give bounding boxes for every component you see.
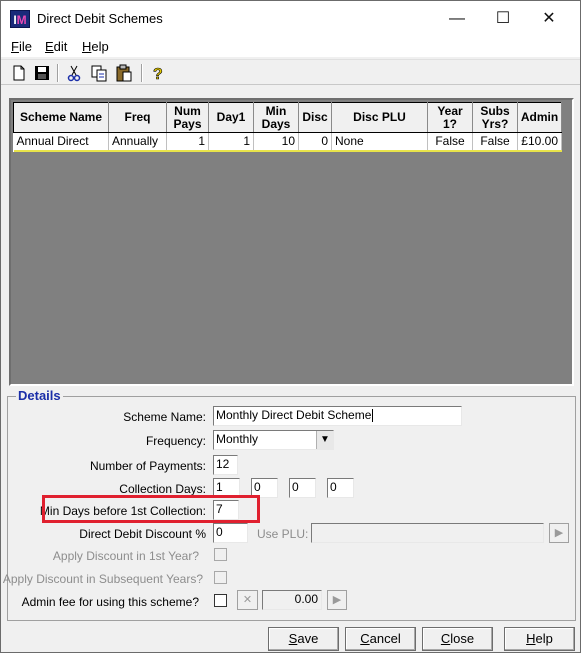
discount-input[interactable]: 0 — [213, 523, 248, 543]
fee-lookup-button[interactable]: ▶ — [327, 590, 347, 610]
admin-fee-checkbox[interactable] — [214, 594, 227, 607]
menu-bar: File Edit Help — [1, 37, 580, 57]
menu-help[interactable]: Help — [82, 39, 109, 54]
column-header-admin[interactable]: Admin — [517, 102, 562, 133]
cell-freq: Annually — [108, 132, 167, 152]
clear-fee-button[interactable]: ✕ — [237, 590, 258, 610]
title-bar[interactable]: IM Direct Debit Schemes — ☐ ✕ — [1, 1, 580, 37]
app-logo-icon: IM — [10, 10, 30, 28]
use-plu-input[interactable] — [311, 523, 544, 543]
cancel-button[interactable]: Cancel — [345, 627, 416, 651]
frequency-label: Frequency: — [145, 434, 206, 448]
toolbar-separator — [141, 64, 143, 82]
cell-day1: 1 — [208, 132, 254, 152]
column-header-disc-plu[interactable]: Disc PLU — [331, 102, 428, 133]
column-header-min-days[interactable]: Min Days — [253, 102, 299, 133]
details-legend: Details — [16, 388, 63, 403]
scheme-name-label: Scheme Name: — [123, 410, 206, 424]
apply-subsequent-label: Apply Discount in Subsequent Years? — [2, 572, 203, 586]
cell-min-days: 10 — [253, 132, 299, 152]
apply-first-year-checkbox[interactable] — [214, 548, 227, 561]
save-button[interactable]: Save — [268, 627, 339, 651]
cell-year-1: False — [427, 132, 473, 152]
direct-debit-schemes-window: IM Direct Debit Schemes — ☐ ✕ File Edit … — [0, 0, 581, 653]
maximize-icon: ☐ — [495, 10, 511, 27]
close-window-button[interactable]: ✕ — [526, 1, 572, 37]
maximize-button[interactable]: ☐ — [480, 1, 526, 37]
help-button[interactable]: Help — [504, 627, 575, 651]
menu-edit[interactable]: Edit — [45, 39, 67, 54]
schemes-table: Scheme Name Freq Num Pays Day1 Min Days … — [13, 102, 562, 152]
schemes-grid[interactable]: Scheme Name Freq Num Pays Day1 Min Days … — [9, 98, 574, 386]
plu-lookup-button[interactable]: ▶ — [549, 523, 569, 543]
collection-day-3-input[interactable]: 0 — [289, 478, 316, 498]
table-row[interactable]: Annual Direct Annually 1 1 10 0 None Fal… — [13, 132, 562, 152]
frequency-select[interactable]: Monthly ▼ — [213, 430, 334, 450]
column-header-disc[interactable]: Disc — [298, 102, 332, 133]
toolbar-separator — [57, 64, 59, 82]
collection-days-label: Collection Days: — [119, 482, 206, 496]
scheme-name-input[interactable]: Monthly Direct Debit Scheme — [213, 406, 462, 426]
column-header-year-1[interactable]: Year 1? — [427, 102, 473, 133]
admin-fee-amount-input[interactable]: 0.00 — [262, 590, 322, 610]
column-header-subs-yrs[interactable]: Subs Yrs? — [472, 102, 518, 133]
close-icon: ✕ — [542, 10, 556, 27]
help-question-icon[interactable]: ? — [148, 63, 168, 84]
cell-num-pays: 1 — [166, 132, 209, 152]
save-disk-icon[interactable] — [32, 63, 52, 83]
highlight-box — [42, 495, 260, 523]
close-icon: ✕ — [242, 594, 253, 606]
window-title: Direct Debit Schemes — [37, 11, 163, 26]
column-header-scheme-name[interactable]: Scheme Name — [13, 102, 109, 133]
apply-subsequent-checkbox[interactable] — [214, 571, 227, 584]
num-payments-label: Number of Payments: — [89, 459, 206, 473]
column-header-day1[interactable]: Day1 — [208, 102, 254, 133]
column-header-freq[interactable]: Freq — [108, 102, 167, 133]
table-header-row: Scheme Name Freq Num Pays Day1 Min Days … — [13, 102, 562, 133]
text-caret — [372, 409, 374, 423]
use-plu-label: Use PLU: — [257, 527, 309, 541]
paste-icon[interactable] — [114, 63, 134, 83]
new-document-icon[interactable] — [9, 63, 29, 83]
discount-label: Direct Debit Discount % — [79, 527, 206, 541]
admin-fee-label: Admin fee for using this scheme? — [21, 595, 199, 609]
toolbar: ? — [1, 59, 580, 85]
cell-admin: £10.00 — [517, 132, 562, 152]
svg-text:?: ? — [153, 66, 163, 83]
cell-scheme-name: Annual Direct — [13, 132, 109, 152]
collection-day-4-input[interactable]: 0 — [327, 478, 354, 498]
minimize-button[interactable]: — — [434, 1, 480, 37]
menu-file[interactable]: File — [11, 39, 32, 54]
copy-icon[interactable] — [89, 63, 109, 83]
chevron-down-icon[interactable]: ▼ — [316, 431, 333, 449]
cell-disc: 0 — [298, 132, 332, 152]
apply-first-year-label: Apply Discount in 1st Year? — [52, 549, 199, 563]
cut-icon[interactable] — [64, 63, 84, 83]
cell-subs-yrs: False — [472, 132, 518, 152]
minimize-icon: — — [449, 10, 465, 27]
num-payments-input[interactable]: 12 — [213, 455, 238, 475]
cell-disc-plu: None — [331, 132, 428, 152]
close-button[interactable]: Close — [422, 627, 493, 651]
column-header-num-pays[interactable]: Num Pays — [166, 102, 209, 133]
